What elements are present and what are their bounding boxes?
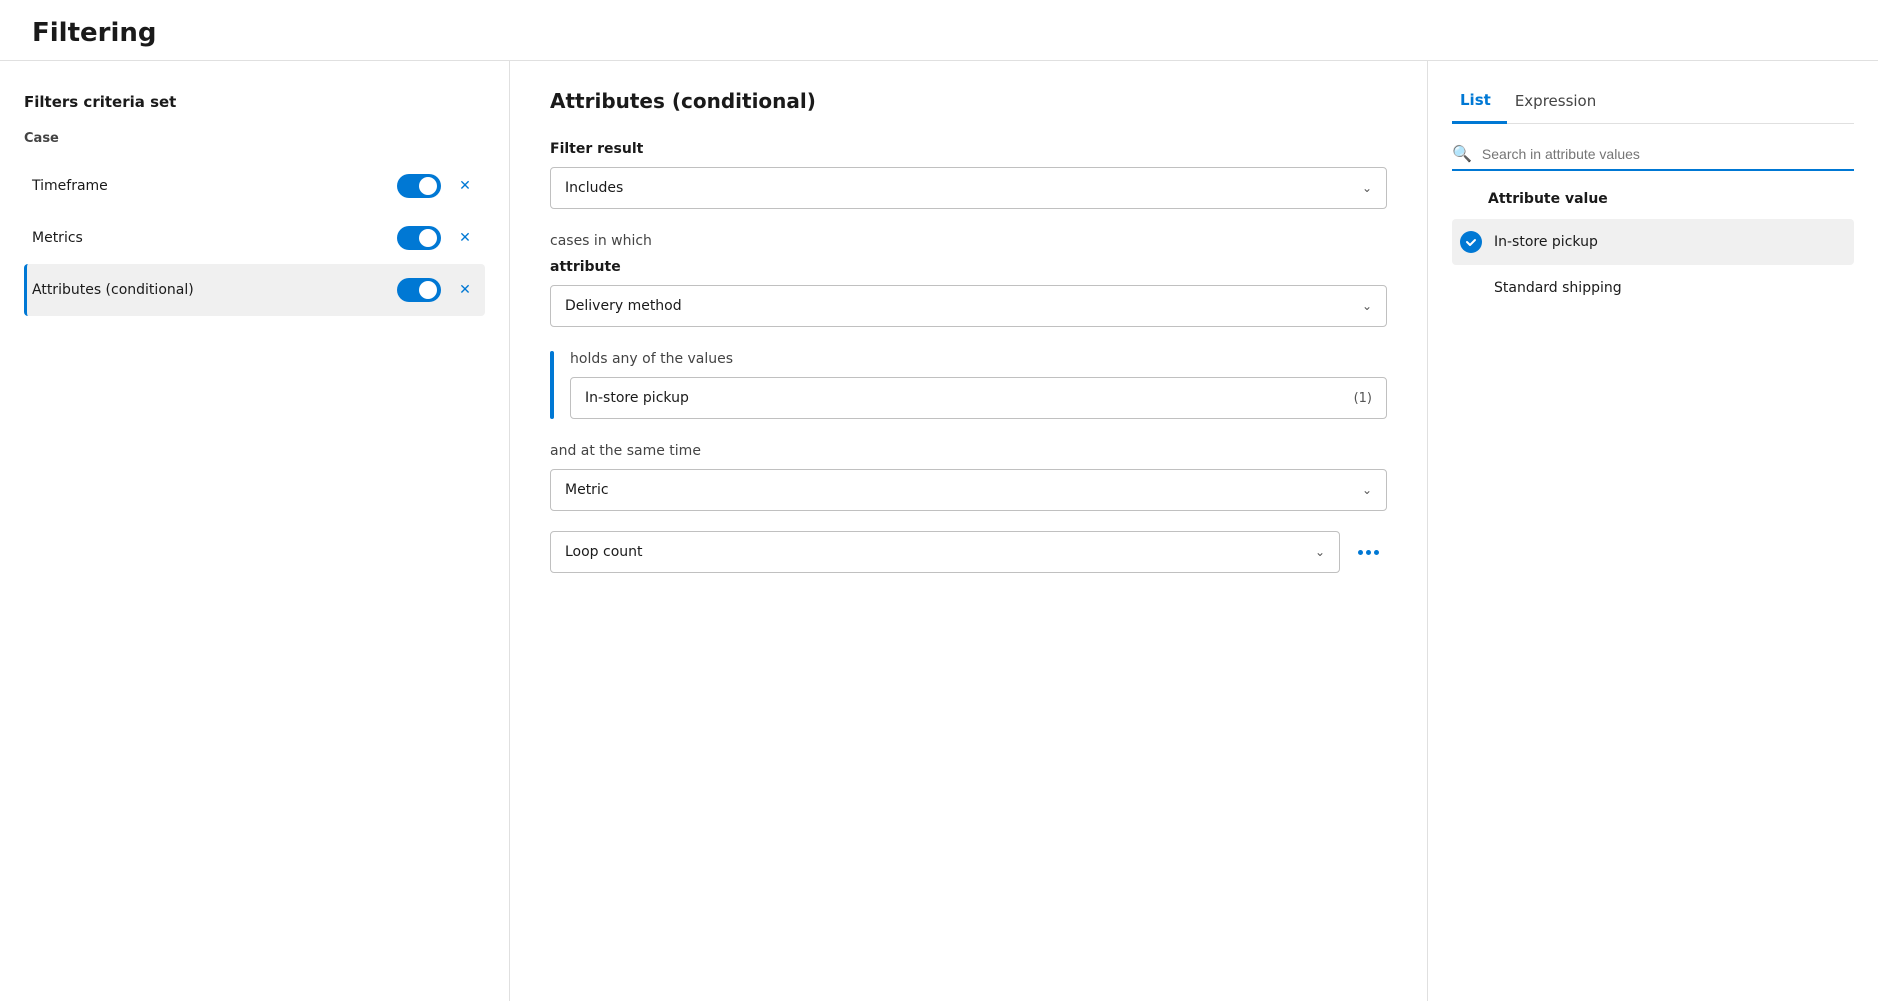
main-layout: Filters criteria set Case Timeframe ✕ Me…	[0, 61, 1878, 1001]
page-title: Filtering	[0, 0, 1878, 61]
holds-values-input[interactable]: In-store pickup (1)	[570, 377, 1387, 419]
attr-item-standard-shipping[interactable]: Standard shipping	[1452, 265, 1854, 311]
tab-row: List Expression	[1452, 81, 1854, 124]
cases-in-which-label: cases in which	[550, 233, 1387, 249]
dot-1	[1358, 550, 1363, 555]
filter-result-chevron-icon: ⌄	[1362, 181, 1372, 195]
right-panel: List Expression 🔍 Attribute value In-sto…	[1428, 61, 1878, 1001]
attribute-value: Delivery method	[565, 298, 682, 314]
holds-values-section: holds any of the values In-store pickup …	[550, 351, 1387, 419]
attributes-toggle[interactable]	[397, 278, 441, 302]
filter-result-dropdown[interactable]: Includes ⌄	[550, 167, 1387, 209]
tab-list[interactable]: List	[1452, 81, 1507, 124]
metrics-remove-button[interactable]: ✕	[453, 226, 477, 250]
metric-chevron-icon: ⌄	[1362, 483, 1372, 497]
attribute-dropdown[interactable]: Delivery method ⌄	[550, 285, 1387, 327]
attribute-chevron-icon: ⌄	[1362, 299, 1372, 313]
timeframe-label: Timeframe	[32, 178, 397, 194]
dot-2	[1366, 550, 1371, 555]
case-section-label: Case	[24, 131, 485, 146]
left-panel: Filters criteria set Case Timeframe ✕ Me…	[0, 61, 510, 1001]
attributes-remove-button[interactable]: ✕	[453, 278, 477, 302]
timeframe-toggle[interactable]	[397, 174, 441, 198]
middle-panel: Attributes (conditional) Filter result I…	[510, 61, 1428, 1001]
check-empty-icon	[1460, 277, 1482, 299]
attr-label-standard-shipping: Standard shipping	[1494, 280, 1622, 296]
dot-3	[1374, 550, 1379, 555]
filter-row-attributes[interactable]: Attributes (conditional) ✕	[24, 264, 485, 316]
more-options-button[interactable]	[1350, 542, 1387, 563]
attribute-value-column-header: Attribute value	[1452, 191, 1854, 207]
and-at-same-time-label: and at the same time	[550, 443, 1387, 459]
timeframe-remove-button[interactable]: ✕	[453, 174, 477, 198]
attribute-label: attribute	[550, 259, 1387, 275]
search-icon: 🔍	[1452, 144, 1472, 163]
filter-row-metrics[interactable]: Metrics ✕	[24, 212, 485, 264]
filter-result-section: Filter result Includes ⌄	[550, 141, 1387, 209]
cases-in-which-section: cases in which attribute Delivery method…	[550, 233, 1387, 327]
holds-values-content: holds any of the values In-store pickup …	[570, 351, 1387, 419]
metrics-toggle[interactable]	[397, 226, 441, 250]
metric-dropdown[interactable]: Metric ⌄	[550, 469, 1387, 511]
filter-row-timeframe[interactable]: Timeframe ✕	[24, 160, 485, 212]
blue-bar-indicator	[550, 351, 554, 419]
holds-values-count: (1)	[1354, 391, 1372, 406]
search-row: 🔍	[1452, 144, 1854, 171]
attributes-title: Attributes (conditional)	[550, 89, 1387, 113]
metrics-label: Metrics	[32, 230, 397, 246]
attr-label-in-store-pickup: In-store pickup	[1494, 234, 1598, 250]
attr-item-in-store-pickup[interactable]: In-store pickup	[1452, 219, 1854, 265]
bottom-dropdowns-section: and at the same time Metric ⌄ Loop count…	[550, 443, 1387, 573]
loop-count-dropdown[interactable]: Loop count ⌄	[550, 531, 1340, 573]
loop-count-value: Loop count	[565, 544, 643, 560]
search-input[interactable]	[1482, 146, 1854, 162]
filter-result-value: Includes	[565, 180, 623, 196]
loop-count-chevron-icon: ⌄	[1315, 545, 1325, 559]
holds-label: holds any of the values	[570, 351, 1387, 367]
metric-value: Metric	[565, 482, 609, 498]
filter-result-label: Filter result	[550, 141, 1387, 157]
tab-expression[interactable]: Expression	[1507, 82, 1612, 124]
check-circle-icon	[1460, 231, 1482, 253]
loop-count-row: Loop count ⌄	[550, 531, 1387, 573]
filters-criteria-heading: Filters criteria set	[24, 93, 485, 111]
attributes-label: Attributes (conditional)	[32, 282, 397, 298]
holds-values-text: In-store pickup	[585, 390, 689, 406]
